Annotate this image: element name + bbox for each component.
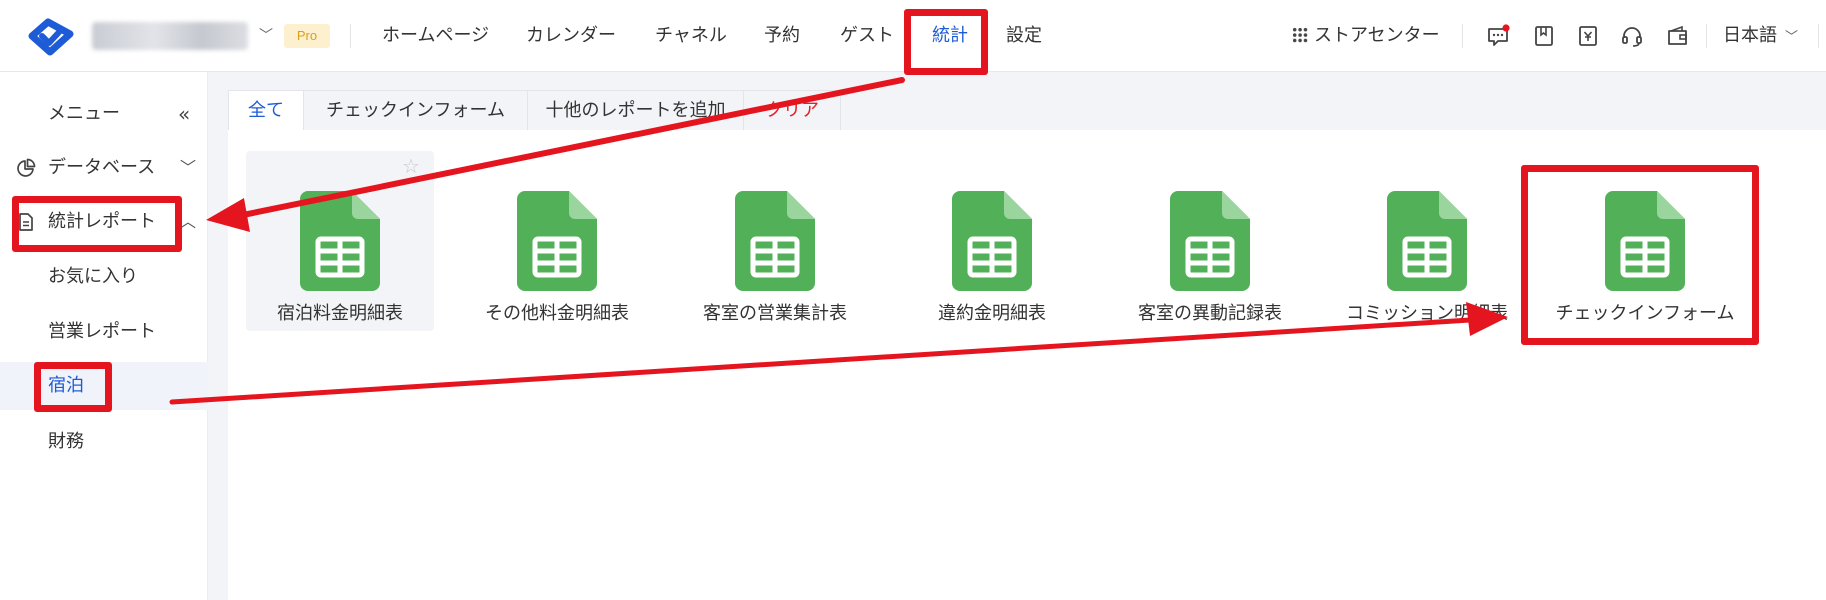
hotel-name-blurred[interactable] bbox=[92, 22, 248, 50]
sidebar-item-sales-report[interactable]: 営業レポート bbox=[0, 308, 208, 356]
sidebar-item-label: 営業レポート bbox=[48, 321, 156, 342]
invoice-yen-icon[interactable] bbox=[1576, 24, 1600, 48]
spreadsheet-icon bbox=[300, 191, 380, 291]
report-card[interactable]: 違約金明細表 bbox=[898, 151, 1086, 331]
report-name: 違約金明細表 bbox=[938, 303, 1046, 324]
brand-logo-icon[interactable] bbox=[28, 16, 74, 56]
chevron-up-icon: ︿ bbox=[180, 212, 197, 231]
divider bbox=[1706, 24, 1707, 48]
tab-clear[interactable]: クリア bbox=[743, 90, 841, 130]
top-navigation-bar: ﹀ Pro ホームページ カレンダー チャネル 予約 ゲスト 統計 設定 ストア… bbox=[0, 0, 1826, 72]
tab-all[interactable]: 全て bbox=[228, 90, 304, 131]
report-name: 客室の営業集計表 bbox=[703, 303, 847, 324]
star-icon[interactable]: ☆ bbox=[402, 155, 420, 177]
sidebar-item-label: 統計レポート bbox=[48, 211, 156, 232]
nav-channel[interactable]: チャネル bbox=[655, 22, 727, 50]
sidebar-item-label: 財務 bbox=[48, 431, 84, 452]
spreadsheet-icon bbox=[1387, 191, 1467, 291]
report-name: チェックインフォーム bbox=[1555, 303, 1735, 324]
report-name: その他料金明細表 bbox=[485, 303, 629, 324]
sidebar-item-database[interactable]: データベース ﹀ bbox=[0, 144, 208, 192]
nav-guest[interactable]: ゲスト bbox=[840, 22, 894, 50]
sidebar-item-favorites[interactable]: お気に入り bbox=[0, 253, 208, 301]
grid-icon bbox=[1292, 27, 1308, 43]
messages-icon[interactable] bbox=[1486, 24, 1510, 48]
tab-checkin-form[interactable]: チェックインフォーム bbox=[303, 90, 528, 130]
sidebar-item-label: 宿泊 bbox=[48, 375, 84, 396]
chevron-down-icon: ﹀ bbox=[180, 158, 197, 177]
spreadsheet-icon bbox=[952, 191, 1032, 291]
double-chevron-left-icon[interactable]: « bbox=[178, 90, 190, 138]
spreadsheet-icon bbox=[735, 191, 815, 291]
chevron-down-icon[interactable]: ﹀ bbox=[256, 26, 276, 46]
headset-icon[interactable] bbox=[1620, 24, 1644, 48]
report-card[interactable]: チェックインフォーム bbox=[1551, 151, 1739, 331]
sidebar-item-label: お気に入り bbox=[48, 266, 138, 287]
divider bbox=[1818, 24, 1819, 48]
language-label: 日本語 bbox=[1723, 25, 1777, 46]
nav-statistics[interactable]: 統計 bbox=[932, 22, 968, 50]
document-icon bbox=[19, 213, 33, 231]
report-name: 客室の異動記録表 bbox=[1138, 303, 1282, 324]
spreadsheet-icon bbox=[1605, 191, 1685, 291]
nav-settings[interactable]: 設定 bbox=[1006, 22, 1042, 50]
nav-reservation[interactable]: 予約 bbox=[764, 22, 800, 50]
report-name: コミッション明細表 bbox=[1346, 303, 1508, 324]
divider bbox=[350, 24, 351, 48]
book-icon[interactable] bbox=[1532, 24, 1556, 48]
main-area: 全て チェックインフォーム 十他のレポートを追加 クリア ☆ 宿泊料金明細表 そ… bbox=[208, 72, 1826, 600]
report-card[interactable]: 客室の営業集計表 bbox=[681, 151, 869, 331]
store-center-label: ストアセンター bbox=[1314, 25, 1440, 46]
nav-home[interactable]: ホームページ bbox=[382, 22, 489, 50]
spreadsheet-icon bbox=[1170, 191, 1250, 291]
store-center-link[interactable]: ストアセンター bbox=[1292, 22, 1440, 50]
spreadsheet-icon bbox=[517, 191, 597, 291]
report-card[interactable]: その他料金明細表 bbox=[463, 151, 651, 331]
sidebar: メニュー « データベース ﹀ 統計レポート ︿ お気に入り 営業レポート 宿泊… bbox=[0, 72, 208, 600]
sidebar-item-lodging[interactable]: 宿泊 bbox=[0, 362, 208, 410]
report-card[interactable]: ☆ 宿泊料金明細表 bbox=[246, 151, 434, 331]
report-card[interactable]: 客室の異動記録表 bbox=[1116, 151, 1304, 331]
sidebar-item-finance[interactable]: 財務 bbox=[0, 418, 208, 466]
chevron-down-icon: ﹀ bbox=[1785, 30, 1799, 45]
report-name: 宿泊料金明細表 bbox=[277, 303, 403, 324]
language-selector[interactable]: 日本語 ﹀ bbox=[1723, 22, 1798, 50]
tab-add-report[interactable]: 十他のレポートを追加 bbox=[527, 90, 744, 130]
sidebar-item-label: データベース bbox=[48, 157, 156, 178]
sidebar-item-statistics-report[interactable]: 統計レポート ︿ bbox=[0, 198, 208, 246]
report-card[interactable]: コミッション明細表 bbox=[1333, 151, 1521, 331]
menu-label: メニュー bbox=[48, 103, 120, 124]
wallet-icon[interactable] bbox=[1666, 24, 1690, 48]
divider bbox=[1462, 24, 1463, 48]
sidebar-menu-header: メニュー « bbox=[0, 90, 208, 138]
pie-chart-icon bbox=[17, 158, 36, 177]
nav-calendar[interactable]: カレンダー bbox=[526, 22, 616, 50]
pro-badge: Pro bbox=[284, 24, 330, 48]
